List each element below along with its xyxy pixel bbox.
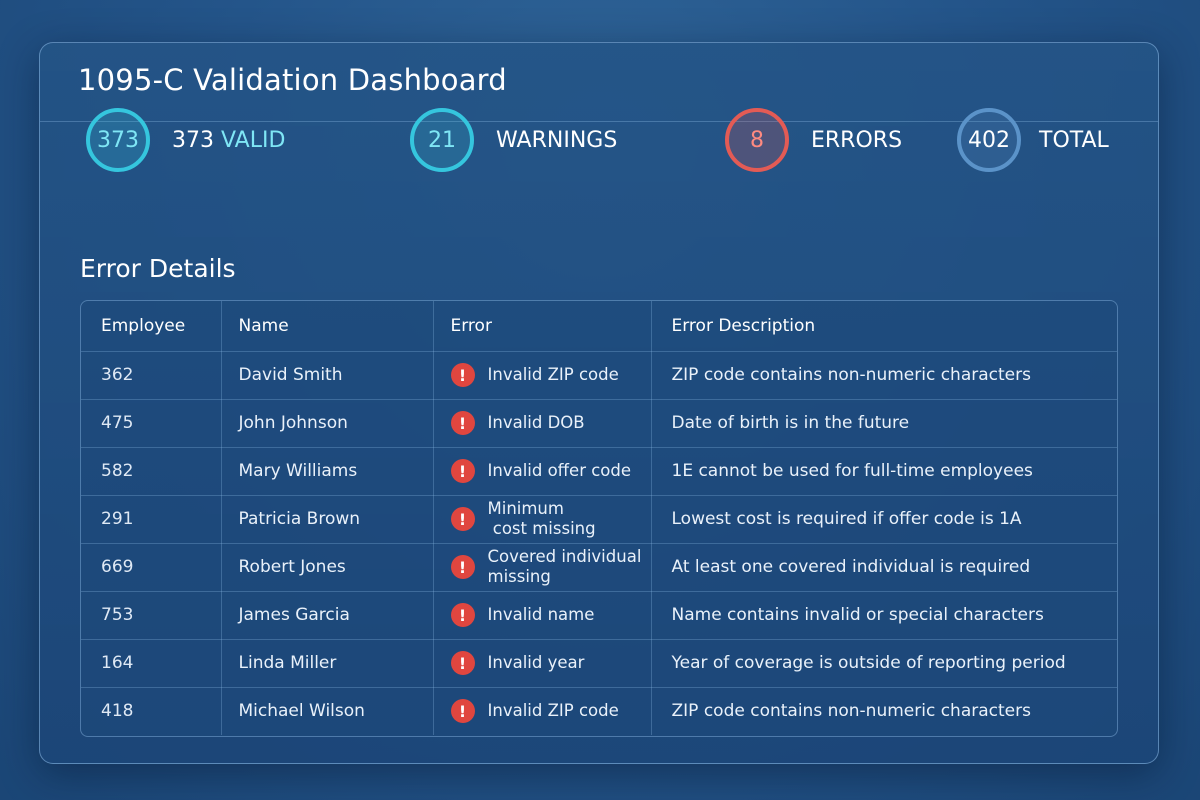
table-row[interactable]: 669 Robert Jones ! Covered individual mis… — [81, 543, 1117, 592]
error-cell: ! Invalid DOB — [433, 399, 652, 448]
error-cell: ! Invalid offer code — [433, 447, 652, 496]
error-description-cell: Lowest cost is required if offer code is… — [651, 495, 1117, 544]
error-description-cell: Name contains invalid or special charact… — [651, 591, 1117, 640]
employee-name-cell: James Garcia — [221, 591, 434, 640]
error-cell: ! Covered individual missing — [433, 543, 652, 592]
error-description-cell: Year of coverage is outside of reporting… — [651, 639, 1117, 688]
error-text: Invalid year — [487, 653, 585, 672]
employee-id-cell: 291 — [81, 495, 222, 544]
table-row[interactable]: 418 Michael Wilson ! Invalid ZIP code ZIP… — [81, 687, 1117, 735]
error-icon: ! — [450, 459, 475, 483]
error-icon: ! — [450, 699, 475, 724]
employee-id-cell: 582 — [81, 447, 222, 496]
column-header-error-description[interactable]: Error Description — [651, 301, 1117, 352]
error-text: Invalid ZIP code — [487, 365, 619, 384]
error-icon: ! — [450, 363, 475, 387]
error-text: Invalid offer code — [487, 461, 632, 480]
error-text: Covered individual missing — [487, 547, 642, 586]
error-description-cell: 1E cannot be used for full-time employee… — [651, 447, 1117, 496]
employee-name-cell: David Smith — [221, 351, 434, 400]
column-header-employee[interactable]: Employee — [81, 301, 222, 352]
error-text: Minimum cost missing — [487, 499, 596, 538]
error-icon: ! — [450, 411, 475, 435]
valid-label-count: 373 — [172, 127, 214, 153]
employee-id-cell: 669 — [81, 543, 222, 592]
valid-label-text: VALID — [221, 127, 286, 153]
stat-errors: 8 ERRORS — [725, 106, 902, 174]
total-label: TOTAL — [1039, 127, 1109, 153]
error-cell: ! Invalid year — [433, 639, 652, 688]
error-icon: ! — [450, 603, 475, 627]
employee-name-cell: Michael Wilson — [221, 687, 434, 735]
total-count-circle: 402 — [957, 108, 1021, 172]
table-row[interactable]: 164 Linda Miller ! Invalid year Year of c… — [81, 639, 1117, 688]
error-cell: ! Minimum cost missing — [433, 495, 652, 544]
valid-label: 373 VALID — [172, 128, 285, 153]
column-header-name[interactable]: Name — [221, 301, 434, 352]
employee-id-cell: 418 — [81, 687, 222, 735]
error-text: Invalid DOB — [487, 413, 585, 432]
error-cell: ! Invalid name — [433, 591, 652, 640]
page-title: 1095-C Validation Dashboard — [78, 63, 507, 97]
error-description-cell: Date of birth is in the future — [651, 399, 1117, 448]
error-description-cell: ZIP code contains non-numeric characters — [651, 351, 1117, 400]
error-icon: ! — [450, 555, 475, 579]
error-details-table: Employee Name Error Error Description 36… — [80, 300, 1118, 737]
error-icon: ! — [450, 651, 475, 675]
error-text: Invalid name — [487, 605, 595, 624]
employee-id-cell: 362 — [81, 351, 222, 400]
error-cell: ! Invalid ZIP code — [433, 687, 652, 735]
employee-id-cell: 475 — [81, 399, 222, 448]
employee-name-cell: Linda Miller — [221, 639, 434, 688]
employee-name-cell: Patricia Brown — [221, 495, 434, 544]
error-description-cell: At least one covered individual is requi… — [651, 543, 1117, 592]
column-header-error[interactable]: Error — [433, 301, 652, 352]
employee-id-cell: 753 — [81, 591, 222, 640]
employee-name-cell: John Johnson — [221, 399, 434, 448]
table-row[interactable]: 291 Patricia Brown ! Minimum cost missing… — [81, 495, 1117, 544]
warnings-count-circle: 21 — [410, 108, 474, 172]
employee-name-cell: Mary Williams — [221, 447, 434, 496]
error-table: Employee Name Error Error Description 36… — [81, 301, 1117, 735]
error-description-cell: ZIP code contains non-numeric characters — [671, 701, 1031, 722]
errors-label: ERRORS — [811, 127, 903, 153]
table-header-row: Employee Name Error Error Description — [81, 301, 1117, 352]
stat-warnings: 21 WARNINGS — [410, 106, 617, 174]
employee-id-cell: 164 — [81, 639, 222, 688]
table-row[interactable]: 582 Mary Williams ! Invalid offer code 1E… — [81, 447, 1117, 496]
errors-count-circle: 8 — [725, 108, 789, 172]
stat-valid: 373 373 VALID — [86, 106, 285, 174]
error-details-title: Error Details — [80, 254, 236, 283]
error-cell: ! Invalid ZIP code — [433, 351, 652, 400]
valid-count-circle: 373 — [86, 108, 150, 172]
error-text: Invalid ZIP code — [487, 701, 619, 721]
employee-name-cell: Robert Jones — [221, 543, 434, 592]
table-row[interactable]: 362 David Smith ! Invalid ZIP code ZIP co… — [81, 351, 1117, 400]
warnings-label: WARNINGS — [496, 127, 618, 153]
error-icon: ! — [450, 507, 475, 531]
table-row[interactable]: 475 John Johnson ! Invalid DOB Date of bi… — [81, 399, 1117, 448]
stat-total: 402 TOTAL — [957, 106, 1109, 174]
table-row[interactable]: 753 James Garcia ! Invalid name Name cont… — [81, 591, 1117, 640]
